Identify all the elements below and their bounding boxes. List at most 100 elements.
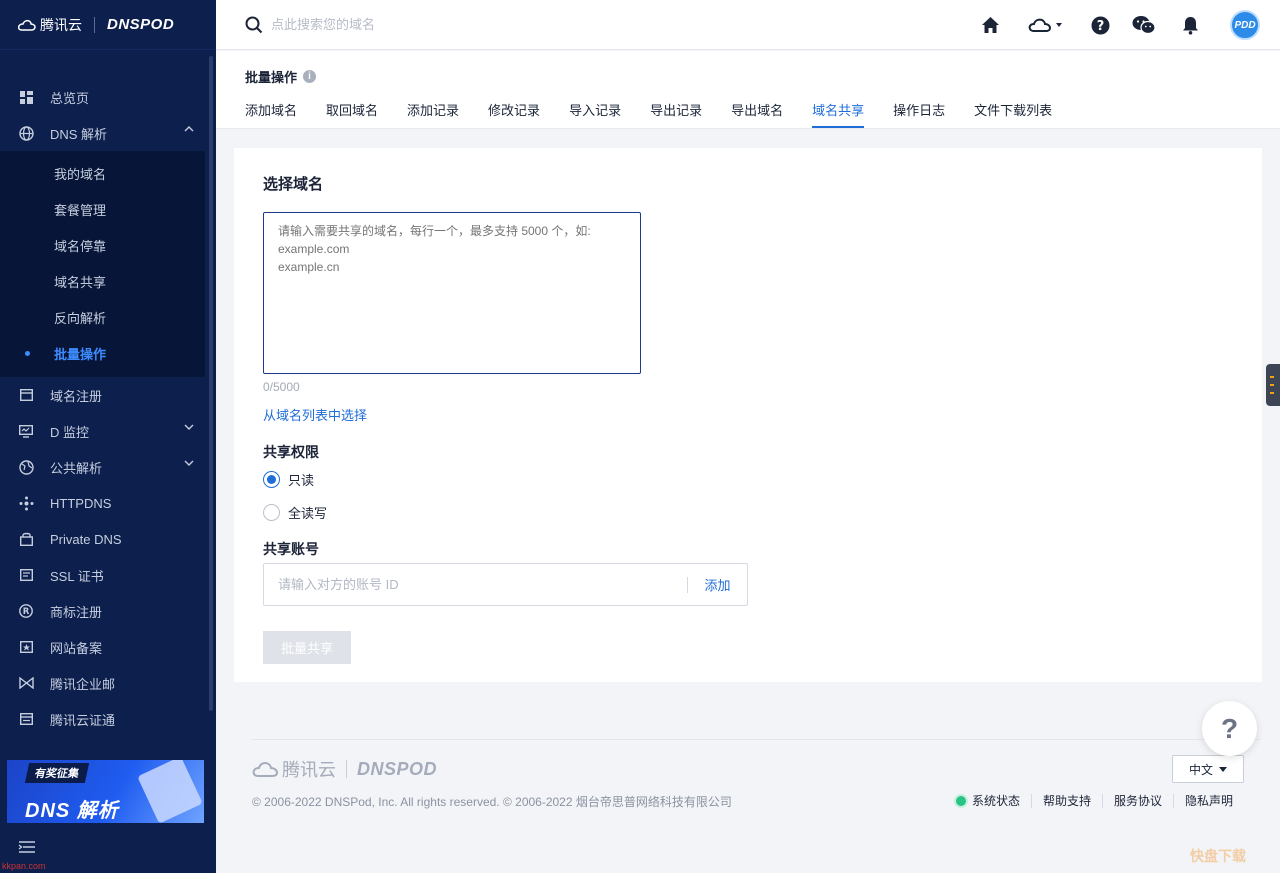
- cloud-icon[interactable]: [1028, 15, 1064, 35]
- radio-readonly[interactable]: 只读: [263, 470, 314, 489]
- domain-register-icon: [18, 387, 34, 403]
- brand-divider: [94, 16, 95, 33]
- sidebar-subitem-my-domains[interactable]: 我的域名: [0, 155, 205, 191]
- globe-icon: [18, 125, 34, 141]
- sidebar-item-ssl[interactable]: SSL 证书: [0, 557, 216, 593]
- status-dot-icon: [955, 796, 966, 806]
- sidebar-item-label: HTTPDNS: [50, 495, 112, 511]
- footer-link-privacy[interactable]: 隐私声明: [1172, 794, 1244, 808]
- help-icon[interactable]: ?: [1090, 15, 1110, 35]
- account-label: 共享账号: [263, 541, 319, 557]
- avatar-text: PDD: [1234, 19, 1256, 31]
- wechat-icon[interactable]: [1132, 15, 1156, 35]
- page-header: 批量操作 i 添加域名 取回域名 添加记录 修改记录 导入记录 导出记录 导出域…: [216, 51, 1280, 129]
- tab-export-record[interactable]: 导出记录: [650, 100, 702, 128]
- sidebar-subitem-plans[interactable]: 套餐管理: [0, 191, 205, 227]
- tab-import-record[interactable]: 导入记录: [569, 100, 621, 128]
- info-icon[interactable]: i: [303, 70, 317, 83]
- language-value: 中文: [1188, 762, 1213, 777]
- promo-banner[interactable]: 有奖征集 DNS 解析: [7, 760, 204, 823]
- footer-link-help[interactable]: 帮助支持: [1030, 794, 1102, 808]
- radio-readwrite[interactable]: 全读写: [263, 503, 327, 522]
- sidebar-item-dns[interactable]: DNS 解析: [0, 115, 216, 151]
- account-id-input[interactable]: [264, 577, 687, 592]
- radio-circle[interactable]: [263, 471, 280, 488]
- floating-help-button[interactable]: ?: [1202, 701, 1257, 756]
- top-bar: ? PDD: [216, 0, 1280, 50]
- svg-text:?: ?: [1096, 19, 1104, 34]
- sidebar-subitem-parking[interactable]: 域名停靠: [0, 227, 205, 263]
- side-drawer-handle[interactable]: [1266, 364, 1280, 406]
- svg-text:R: R: [23, 607, 30, 617]
- bell-icon[interactable]: [1180, 15, 1200, 35]
- tab-operation-log[interactable]: 操作日志: [893, 100, 945, 128]
- sidebar-item-public-dns[interactable]: 公共解析: [0, 449, 216, 485]
- radio-label: 全读写: [288, 506, 328, 521]
- sidebar-item-httpdns[interactable]: HTTPDNS: [0, 485, 216, 521]
- home-icon[interactable]: [980, 15, 1000, 35]
- chevron-down-icon: [184, 424, 194, 430]
- radio-circle[interactable]: [263, 504, 280, 521]
- sidebar-item-domain-register[interactable]: 域名注册: [0, 377, 216, 413]
- select-from-list-link[interactable]: 从域名列表中选择: [263, 405, 367, 424]
- footer-link-terms[interactable]: 服务协议: [1101, 794, 1173, 808]
- add-account-button[interactable]: 添加: [688, 575, 747, 594]
- sidebar-item-exmail[interactable]: 腾讯企业邮: [0, 665, 216, 701]
- watermark-left: kkpan.com: [2, 861, 46, 871]
- tab-add-record[interactable]: 添加记录: [407, 100, 459, 128]
- dashboard-icon: [18, 89, 34, 105]
- sidebar-item-label: DNS 解析: [50, 126, 108, 142]
- mail-icon: [18, 675, 34, 691]
- radio-label: 只读: [288, 473, 315, 488]
- sidebar-item-label: 域名注册: [50, 388, 103, 404]
- sidebar-item-icp[interactable]: 网站备案: [0, 629, 216, 665]
- tab-download-list[interactable]: 文件下载列表: [974, 100, 1052, 128]
- monitor-icon: [18, 423, 34, 439]
- sidebar-item-label: 总览页: [50, 90, 90, 106]
- search-input[interactable]: [271, 17, 571, 32]
- tab-add-domain[interactable]: 添加域名: [245, 100, 297, 128]
- sidebar-item-label: Private DNS: [50, 531, 122, 547]
- search-icon[interactable]: [245, 16, 263, 34]
- sidebar-item-private-dns[interactable]: Private DNS: [0, 521, 216, 557]
- sidebar-item-d-monitor[interactable]: D 监控: [0, 413, 216, 449]
- sidebar-item-label: D 监控: [50, 424, 90, 440]
- tab-domain-sharing[interactable]: 域名共享: [812, 100, 865, 128]
- tab-export-domain[interactable]: 导出域名: [731, 100, 783, 128]
- copyright-text: © 2006-2022 DNSPod, Inc. All rights rese…: [252, 795, 732, 809]
- sidebar-subitem-label: 反向解析: [54, 310, 107, 326]
- avatar[interactable]: PDD: [1230, 10, 1260, 40]
- sidebar-subitem-reverse[interactable]: 反向解析: [0, 299, 205, 335]
- footer-logo: 腾讯云 DNSPOD: [252, 756, 437, 782]
- tencent-cloud-logo-icon: [18, 19, 36, 31]
- sidebar-subitem-label: 域名共享: [54, 274, 107, 290]
- sidebar-nav: 总览页 DNS 解析 我的域名 套餐管理 域名停靠 域名共享 反向解析 批量操作…: [0, 79, 216, 737]
- sidebar-item-cert-pass[interactable]: 腾讯云证通: [0, 701, 216, 737]
- public-dns-icon: [18, 459, 34, 475]
- footer-links: 系统状态 帮助支持 服务协议 隐私声明: [945, 794, 1244, 808]
- footer-dnspod-text: DNSPOD: [357, 758, 438, 779]
- brand-tencent-text: 腾讯云: [40, 16, 82, 33]
- footer-divider: [252, 739, 1260, 740]
- page-title: 批量操作 i: [245, 67, 317, 86]
- footer-link-status[interactable]: 系统状态: [945, 794, 1031, 808]
- sidebar-subitem-sharing[interactable]: 域名共享: [0, 263, 205, 299]
- brand-logo[interactable]: 腾讯云 DNSPOD: [0, 0, 216, 50]
- sidebar-subitem-batch[interactable]: 批量操作: [0, 335, 205, 371]
- sidebar-item-overview[interactable]: 总览页: [0, 79, 216, 115]
- language-select[interactable]: 中文: [1172, 755, 1244, 783]
- collapse-menu-icon[interactable]: [18, 840, 36, 857]
- sidebar-item-trademark[interactable]: R 商标注册: [0, 593, 216, 629]
- domain-textarea[interactable]: [263, 212, 641, 374]
- batch-share-button[interactable]: 批量共享: [263, 631, 351, 664]
- banner-decoration: [137, 760, 203, 823]
- share-form-card: 选择域名 0/5000 从域名列表中选择 共享权限 只读 全读写 共享账号 添加…: [234, 148, 1262, 682]
- sidebar-item-label: 网站备案: [50, 640, 103, 656]
- banner-tag: 有奖征集: [24, 763, 90, 783]
- id-card-icon: [18, 711, 34, 727]
- sidebar-item-label: 腾讯云证通: [50, 712, 116, 728]
- tab-modify-record[interactable]: 修改记录: [488, 100, 540, 128]
- sidebar-item-label: SSL 证书: [50, 568, 104, 584]
- tab-retrieve-domain[interactable]: 取回域名: [326, 100, 378, 128]
- footer-link-label: 系统状态: [971, 794, 1020, 808]
